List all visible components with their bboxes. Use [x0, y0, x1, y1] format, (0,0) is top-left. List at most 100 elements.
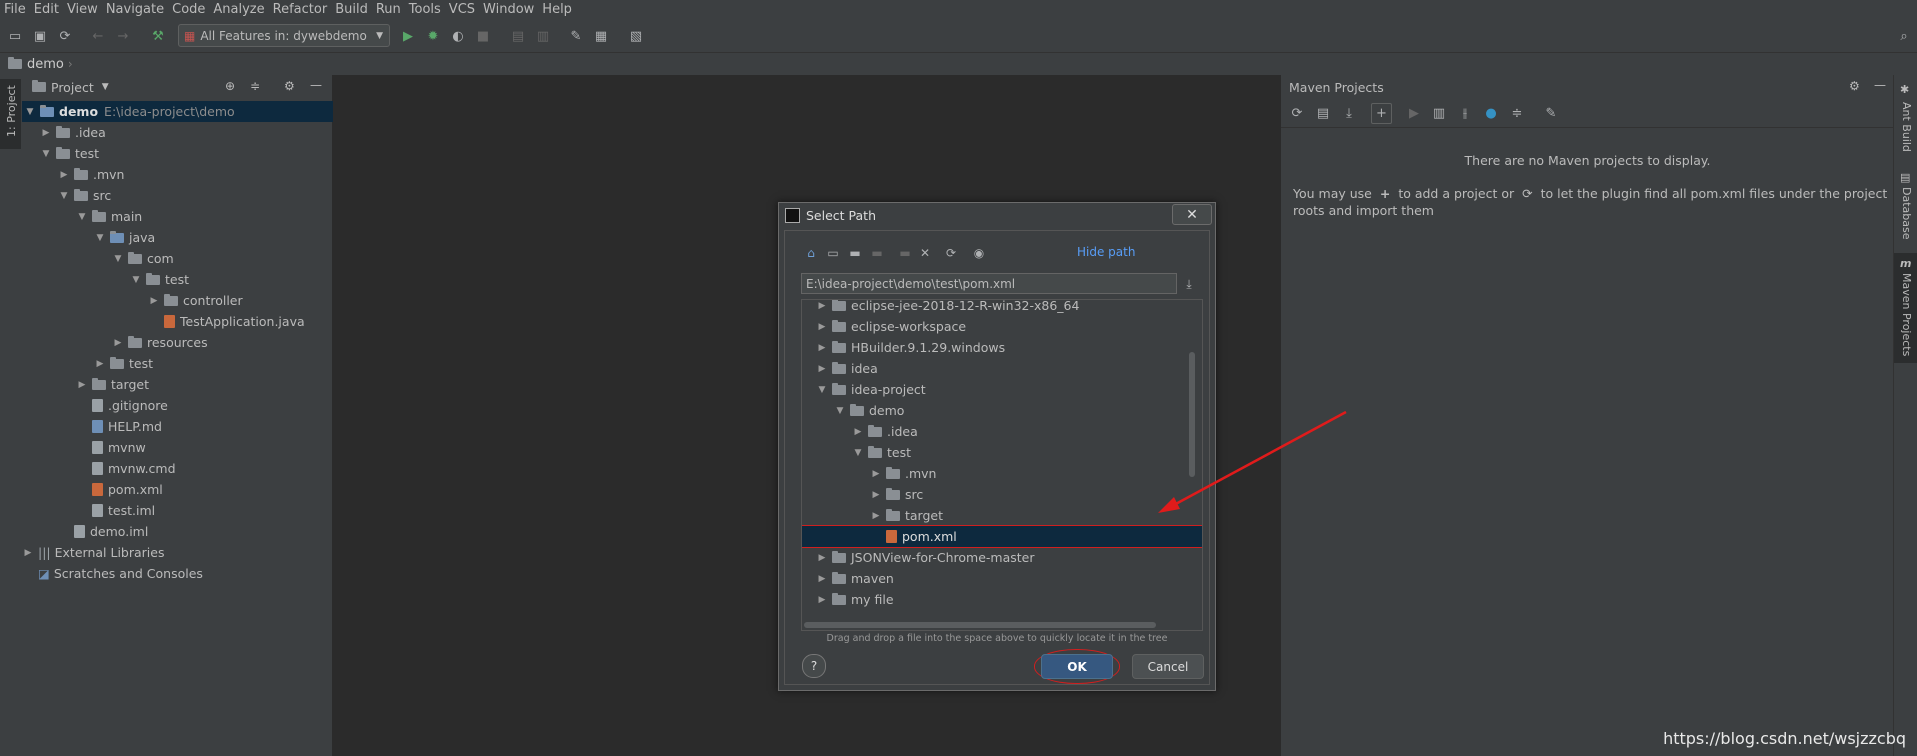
dialog-tree-item[interactable]: ▼ demo [802, 400, 905, 421]
toggle-offline-icon[interactable]: ⫲ [1457, 105, 1473, 121]
wrench-icon[interactable]: ✎ [568, 28, 584, 44]
dialog-tree-item[interactable]: ▶ target [802, 505, 943, 526]
execute-goal-icon[interactable]: ▥ [1431, 105, 1447, 121]
tree-item-main[interactable]: ▼ main [22, 206, 143, 227]
home-icon[interactable]: ⌂ [803, 245, 819, 261]
ant-build-tab[interactable]: Ant Build [1900, 102, 1913, 152]
delete-icon[interactable]: ✕ [917, 245, 933, 261]
dialog-tree-item[interactable]: ▶ idea [802, 358, 878, 379]
minimize-icon[interactable]: — [310, 78, 322, 92]
cancel-button[interactable]: Cancel [1132, 654, 1204, 679]
path-input[interactable]: E:\idea-project\demo\test\pom.xml [801, 273, 1177, 294]
chevron-down-icon[interactable]: ▼ [102, 82, 109, 92]
tree-item-scratches[interactable]: ◪ Scratches and Consoles [22, 563, 203, 584]
show-hidden-icon[interactable]: ◉ [971, 245, 987, 261]
menu-tools[interactable]: Tools [405, 2, 445, 17]
menu-view[interactable]: View [63, 2, 102, 17]
add-icon[interactable]: + [1371, 103, 1392, 124]
locate-target-icon[interactable]: ⊕ [225, 79, 235, 93]
ok-button[interactable]: OK [1041, 654, 1113, 679]
collapse-all-icon[interactable]: ≑ [1509, 105, 1525, 121]
debug-icon[interactable]: ✹ [425, 28, 441, 44]
generate-sources-icon[interactable]: ▤ [1315, 105, 1331, 121]
tree-item-mvnw[interactable]: mvnw [22, 437, 146, 458]
collapse-all-icon[interactable]: ≑ [250, 79, 260, 93]
module-folder-icon[interactable]: ▬ [869, 245, 885, 261]
project-tool-tab[interactable]: 1: Project [5, 85, 18, 137]
forward-arrow-icon[interactable]: → [115, 28, 131, 44]
back-arrow-icon[interactable]: ← [90, 28, 106, 44]
sync-icon[interactable]: ⟳ [57, 28, 73, 44]
tree-item-demo[interactable]: ▼ demo E:\idea-project\demo [22, 101, 334, 122]
tree-item-idea[interactable]: ▶ .idea [22, 122, 106, 143]
skip-tests-icon[interactable]: ● [1483, 105, 1499, 121]
menu-edit[interactable]: Edit [30, 2, 63, 17]
project-panel-title[interactable]: Project [51, 80, 94, 95]
tree-item-com[interactable]: ▼ com [22, 248, 174, 269]
project-structure-icon[interactable]: ▤ [510, 28, 526, 44]
dialog-tree-item[interactable]: ▶ my file [802, 589, 894, 610]
tree-item-test-package[interactable]: ▼ test [22, 269, 189, 290]
download-icon[interactable]: ⤓ [1181, 276, 1197, 292]
file-tree[interactable]: ▶ eclipse-jee-2018-12-R-win32-x86_64 ▶ ecl… [801, 299, 1203, 631]
tree-item-test-src[interactable]: ▶ test [22, 353, 153, 374]
menu-navigate[interactable]: Navigate [102, 2, 168, 17]
dialog-tree-item[interactable]: ▶ .mvn [802, 463, 937, 484]
maven-projects-tab[interactable]: Maven Projects [1900, 273, 1913, 356]
tree-item-mvn[interactable]: ▶ .mvn [22, 164, 125, 185]
menu-run[interactable]: Run [372, 2, 405, 17]
run-icon[interactable]: ▶ [400, 28, 416, 44]
tree-item-resources[interactable]: ▶ resources [22, 332, 208, 353]
horizontal-scrollbar[interactable] [804, 622, 1156, 628]
menu-refactor[interactable]: Refactor [269, 2, 332, 17]
tree-item-testapplication[interactable]: TestApplication.java [22, 311, 305, 332]
tree-item-src[interactable]: ▼ src [22, 185, 112, 206]
menu-vcs[interactable]: VCS [445, 2, 479, 17]
open-folder-icon[interactable]: ▭ [7, 28, 23, 44]
dialog-tree-item[interactable]: ▶ .idea [802, 421, 918, 442]
menu-file[interactable]: File [0, 2, 30, 17]
download-icon[interactable]: ⤓ [1341, 105, 1357, 121]
reimport-icon[interactable]: ⟳ [1522, 186, 1532, 201]
dialog-tree-item[interactable]: ▶ JSONView-for-Chrome-master [802, 547, 1035, 568]
stop-icon[interactable]: ■ [475, 28, 491, 44]
tree-item-test-iml[interactable]: test.iml [22, 500, 155, 521]
tree-item-external-libraries[interactable]: ▶ ||| External Libraries [22, 542, 165, 563]
modules-icon[interactable]: ▦ [593, 28, 609, 44]
save-icon[interactable]: ▣ [32, 28, 48, 44]
add-icon[interactable]: + [1380, 186, 1390, 201]
dialog-tree-item[interactable]: ▶ eclipse-jee-2018-12-R-win32-x86_64 [802, 300, 1079, 316]
search-icon[interactable]: ⌕ [1896, 28, 1912, 44]
tree-item-mvnw-cmd[interactable]: mvnw.cmd [22, 458, 176, 479]
tree-item-test[interactable]: ▼ test [22, 143, 99, 164]
build-hammer-icon[interactable]: ⚒ [150, 28, 166, 44]
run-icon[interactable]: ▶ [1406, 105, 1422, 121]
gear-icon[interactable]: ⚙ [284, 79, 295, 93]
dialog-tree-item[interactable]: ▼ idea-project [802, 379, 926, 400]
minimize-icon[interactable]: — [1874, 78, 1886, 92]
coverage-icon[interactable]: ◐ [450, 28, 466, 44]
close-button[interactable]: ✕ [1172, 204, 1212, 225]
tree-item-java[interactable]: ▼ java [22, 227, 156, 248]
dialog-tree-item[interactable]: ▶ eclipse-workspace [802, 316, 967, 337]
menu-window[interactable]: Window [479, 2, 538, 17]
dialog-tree-item[interactable]: ▶ HBuilder.9.1.29.windows [802, 337, 1006, 358]
database-tab[interactable]: Database [1900, 187, 1913, 240]
breadcrumb[interactable]: demo [27, 57, 64, 72]
gear-icon[interactable]: ⚙ [1849, 79, 1860, 93]
reimport-icon[interactable]: ⟳ [1289, 105, 1305, 121]
menu-help[interactable]: Help [538, 2, 576, 17]
run-configuration-select[interactable]: ▦ All Features in: dywebdemo ▼ [178, 24, 390, 47]
dialog-tree-item[interactable]: ▼ test [802, 442, 911, 463]
tree-item-pom-xml[interactable]: pom.xml [22, 479, 163, 500]
desktop-icon[interactable]: ▭ [825, 245, 841, 261]
sdk-icon[interactable]: ▥ [535, 28, 551, 44]
tree-item-demo-iml[interactable]: demo.iml [22, 521, 148, 542]
menu-code[interactable]: Code [168, 2, 209, 17]
dialog-tree-item[interactable]: ▶ src [802, 484, 924, 505]
new-folder-icon[interactable]: ▬ [897, 245, 913, 261]
tree-item-help-md[interactable]: HELP.md [22, 416, 162, 437]
help-button[interactable]: ? [802, 654, 826, 678]
refresh-icon[interactable]: ⟳ [943, 245, 959, 261]
menu-analyze[interactable]: Analyze [209, 2, 268, 17]
